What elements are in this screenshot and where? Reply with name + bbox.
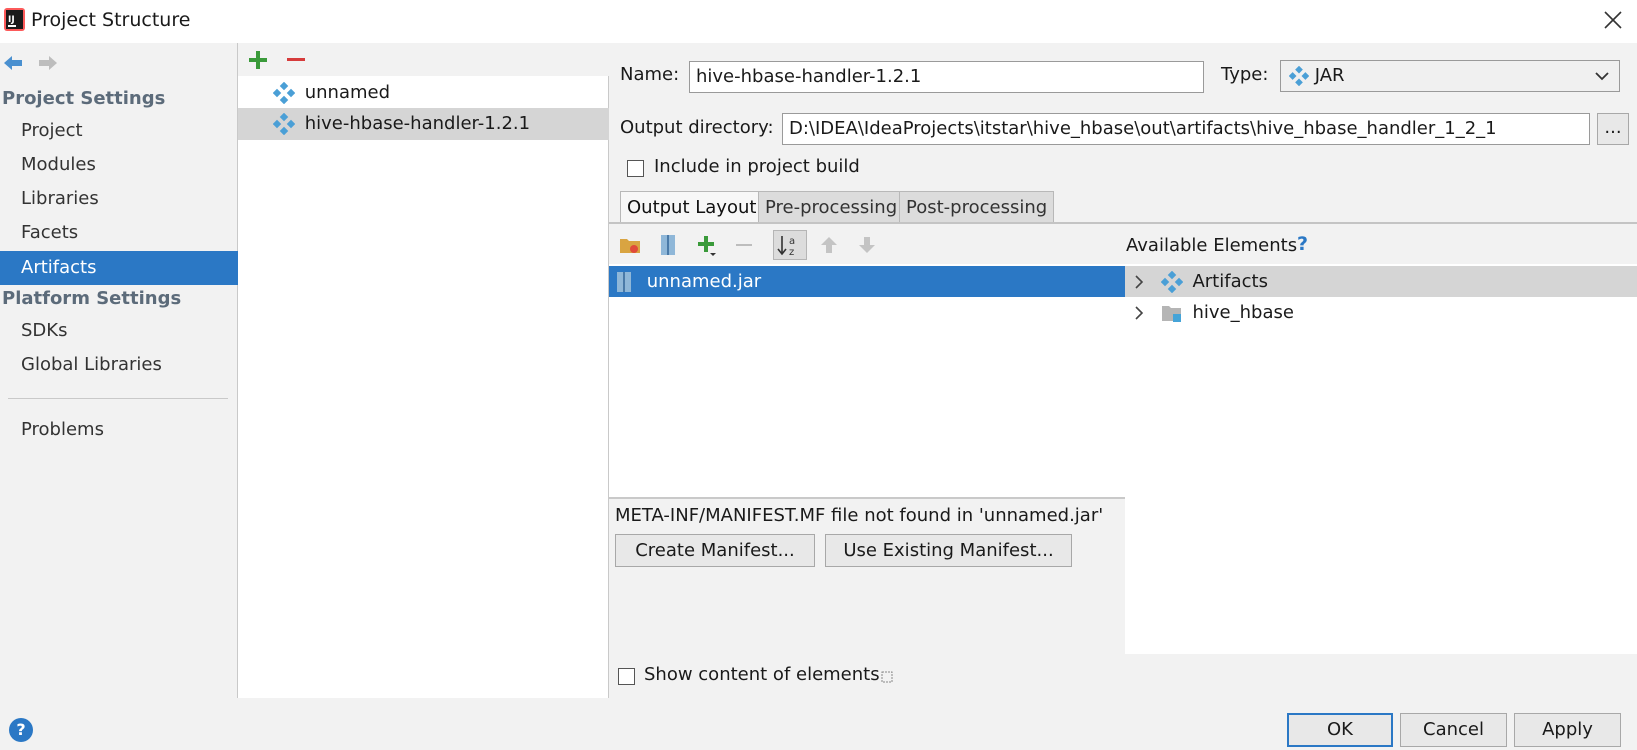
tab-pre-processing[interactable]: Pre-processing (758, 191, 905, 223)
available-item-label: Artifacts (1192, 271, 1268, 292)
layout-item-label: unnamed.jar (646, 271, 762, 292)
artifact-diamond-icon (273, 82, 301, 104)
sidebar-item-project[interactable]: Project (0, 114, 238, 148)
intellij-app-icon: IJ (4, 8, 25, 31)
forward-arrow-icon[interactable] (36, 52, 60, 74)
create-manifest-button[interactable]: Create Manifest... (615, 534, 815, 567)
chevron-down-icon (1595, 72, 1609, 81)
name-field[interactable]: hive-hbase-handler-1.2.1 (689, 61, 1204, 93)
info-hint-icon[interactable] (880, 670, 894, 684)
cancel-button[interactable]: Cancel (1400, 713, 1507, 747)
move-down-icon[interactable] (855, 233, 879, 257)
add-icon[interactable] (246, 48, 270, 72)
tab-divider (609, 222, 1637, 224)
type-select[interactable]: JAR (1280, 60, 1620, 92)
svg-text:IJ: IJ (8, 15, 15, 25)
available-item-label: hive_hbase (1192, 302, 1294, 323)
sidebar-divider (8, 398, 228, 399)
move-up-icon[interactable] (817, 233, 841, 257)
layout-item-unnamed-jar[interactable]: unnamed.jar (609, 266, 1125, 297)
artifacts-diamond-icon (1160, 271, 1183, 293)
back-arrow-icon[interactable] (1, 52, 25, 74)
jar-archive-icon (617, 272, 631, 292)
sidebar-item-modules[interactable]: Modules (0, 148, 238, 182)
remove-icon[interactable] (284, 48, 308, 72)
tab-post-processing[interactable]: Post-processing (899, 191, 1055, 223)
svg-text:a: a (789, 236, 795, 247)
artifact-item-hive-hbase-handler[interactable]: hive-hbase-handler-1.2.1 (238, 108, 609, 140)
jar-type-icon (1289, 66, 1309, 86)
artifact-item-unnamed[interactable]: unnamed (238, 77, 609, 109)
create-directory-icon[interactable] (618, 233, 642, 257)
artifact-label: hive-hbase-handler-1.2.1 (304, 113, 531, 134)
help-icon[interactable]: ? (9, 718, 33, 742)
sidebar-item-artifacts[interactable]: Artifacts (0, 251, 238, 285)
project-settings-header: Project Settings (2, 88, 166, 109)
ok-button[interactable]: OK (1287, 713, 1393, 747)
available-item-hive-hbase[interactable]: hive_hbase (1125, 297, 1637, 328)
sort-button[interactable]: a z (773, 230, 807, 260)
manifest-divider (609, 497, 1125, 499)
window-title: Project Structure (31, 9, 191, 31)
apply-button[interactable]: Apply (1514, 713, 1621, 747)
svg-text:z: z (789, 247, 794, 258)
sidebar-item-sdks[interactable]: SDKs (0, 314, 238, 348)
close-icon[interactable] (1601, 8, 1625, 32)
add-copy-of-icon[interactable] (694, 233, 718, 257)
platform-settings-header: Platform Settings (2, 288, 182, 309)
use-existing-manifest-button[interactable]: Use Existing Manifest... (825, 534, 1072, 567)
sidebar-item-libraries[interactable]: Libraries (0, 182, 238, 216)
title-bar (0, 0, 1637, 43)
available-item-artifacts[interactable]: Artifacts (1125, 266, 1637, 297)
artifact-label: unnamed (304, 82, 391, 103)
name-label: Name: (620, 64, 680, 85)
output-layout-tree (609, 264, 1125, 497)
browse-button[interactable]: ... (1597, 113, 1629, 145)
chevron-right-icon (1135, 275, 1144, 289)
available-elements-header: Available Elements (1126, 235, 1298, 256)
show-content-checkbox[interactable] (618, 668, 635, 685)
module-folder-icon (1161, 306, 1181, 322)
remove-element-icon[interactable] (732, 233, 756, 257)
archive-icon[interactable] (656, 233, 680, 257)
sidebar-item-facets[interactable]: Facets (0, 216, 238, 250)
include-in-build-label: Include in project build (654, 156, 860, 177)
type-label: Type: (1221, 64, 1269, 85)
include-in-build-checkbox[interactable] (627, 160, 644, 177)
artifact-diamond-icon (273, 113, 301, 135)
output-directory-field[interactable]: D:\IDEA\IdeaProjects\itstar\hive_hbase\o… (782, 113, 1590, 145)
tab-output-layout[interactable]: Output Layout (620, 191, 764, 223)
sidebar-item-global-libraries[interactable]: Global Libraries (0, 348, 238, 382)
manifest-message: META-INF/MANIFEST.MF file not found in '… (615, 505, 1104, 526)
type-value: JAR (1314, 65, 1345, 86)
sidebar-item-problems[interactable]: Problems (0, 413, 238, 447)
chevron-right-icon (1135, 306, 1144, 320)
show-content-label: Show content of elements (644, 664, 880, 685)
output-directory-label: Output directory: (620, 117, 774, 138)
artifacts-list-panel (238, 43, 609, 698)
sort-alpha-icon: a z (777, 236, 795, 258)
available-elements-help-icon[interactable]: ? (1297, 233, 1308, 255)
